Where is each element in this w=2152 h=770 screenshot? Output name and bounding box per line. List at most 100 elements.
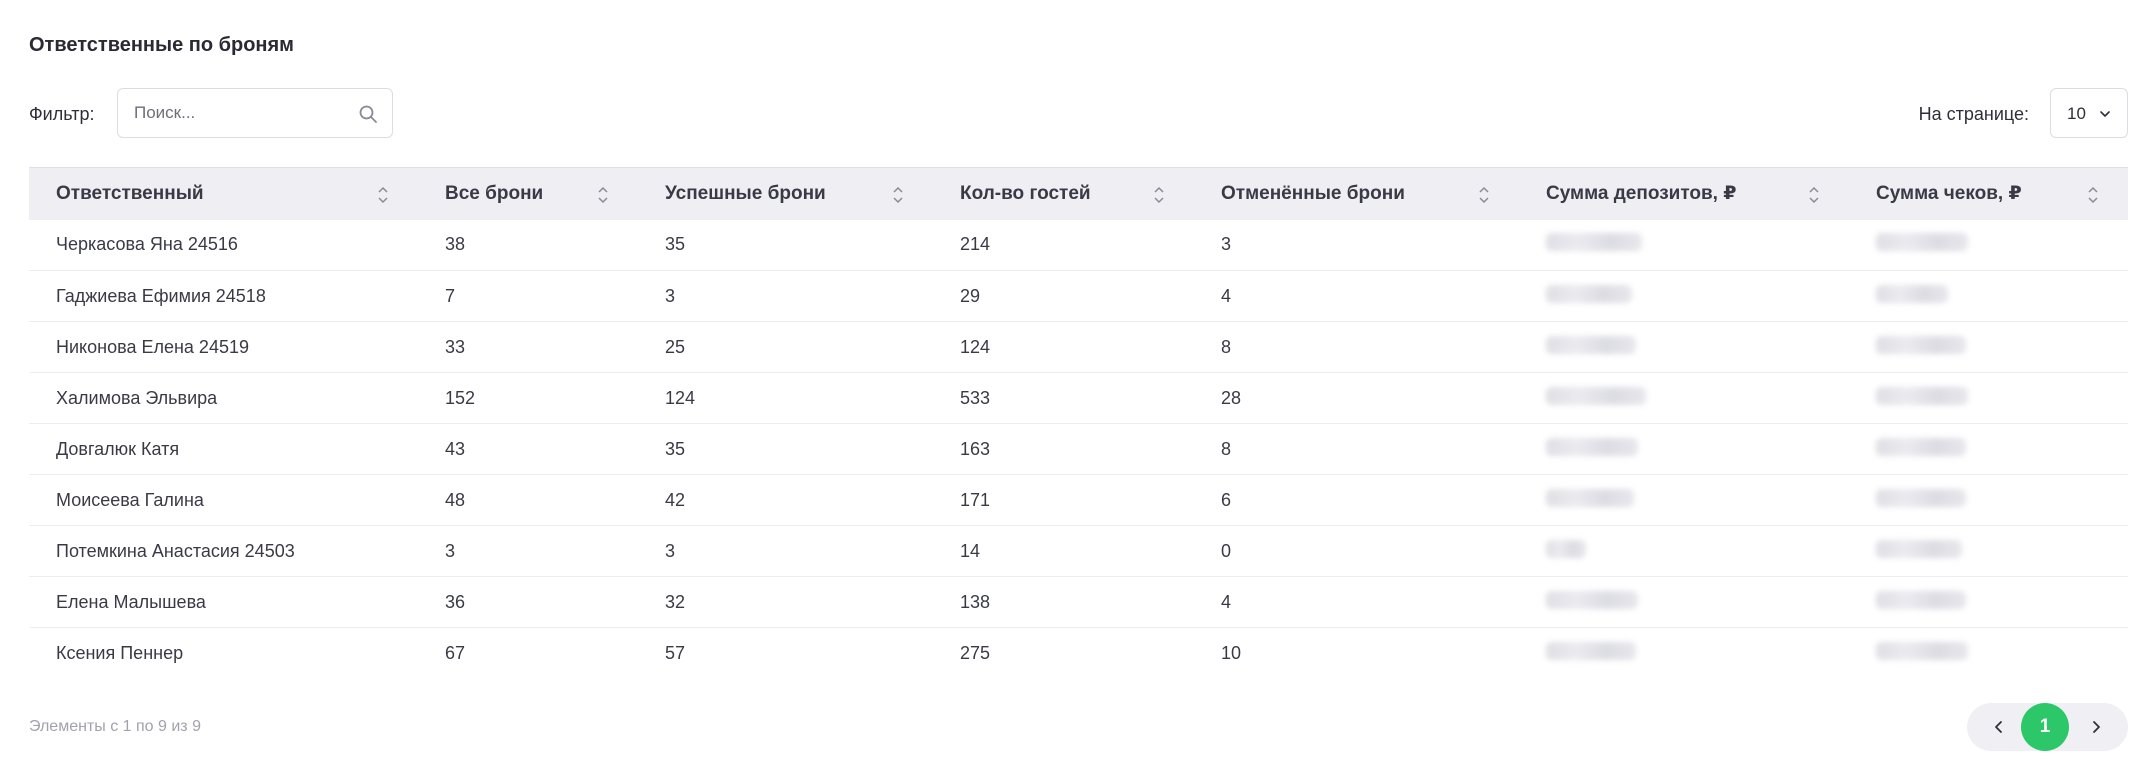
chevron-right-icon[interactable] (2084, 715, 2108, 739)
table-row[interactable]: Довгалюк Катя 43 35 163 8 (29, 423, 2128, 475)
cell-check-sum-redacted (1849, 270, 2128, 322)
column-header-label: Сумма чеков, ₽ (1876, 183, 2022, 205)
cell-deposit-sum-redacted (1519, 525, 1849, 577)
cell-guests: 171 (933, 474, 1194, 526)
cell-responsible: Халимова Эльвира (29, 372, 418, 424)
cell-all-bookings: 7 (418, 270, 638, 322)
cell-cancelled: 4 (1194, 270, 1519, 322)
table-row[interactable]: Потемкина Анастасия 24503 3 3 14 0 (29, 525, 2128, 577)
search-input[interactable] (134, 89, 354, 137)
cell-guests: 275 (960, 642, 991, 663)
cell-check-sum-redacted (1849, 525, 2128, 577)
cell-cancelled: 6 (1194, 474, 1519, 526)
table-header-row: Ответственный Все брони Успешные брони К… (29, 167, 2128, 220)
bookings-table: Ответственный Все брони Успешные брони К… (29, 167, 2128, 679)
cell-all-bookings: 3 (418, 525, 638, 577)
cell-responsible: Черкасова Яна 24516 (29, 219, 418, 271)
cell-check-sum-redacted (1849, 576, 2128, 628)
table-row[interactable]: Никонова Елена 24519 33 25 124 8 (29, 321, 2128, 373)
cell-cancelled: 3 (1194, 219, 1519, 271)
column-header-label: Сумма депозитов, ₽ (1546, 183, 1737, 205)
page-title: Ответственные по броням (29, 34, 294, 56)
redacted-value (1876, 284, 1948, 303)
redacted-value (1546, 386, 1646, 405)
cell-deposit-sum-redacted (1519, 576, 1849, 628)
column-header-successful-bookings[interactable]: Успешные брони (638, 167, 933, 220)
sort-icon[interactable] (376, 185, 390, 205)
redacted-value (1876, 335, 1966, 354)
sort-icon[interactable] (596, 185, 610, 205)
cell-successful: 42 (638, 474, 933, 526)
table-row[interactable]: Ксения Пеннер 67 57 275 10 (29, 628, 2128, 679)
cell-all-bookings: 43 (418, 423, 638, 475)
sort-icon[interactable] (1152, 185, 1166, 205)
redacted-value (1876, 437, 1966, 456)
column-header-label: Успешные брони (665, 182, 826, 204)
page-button-current[interactable]: 1 (2021, 703, 2069, 751)
per-page-value: 10 (2067, 104, 2086, 123)
redacted-value (1546, 488, 1634, 507)
sort-icon[interactable] (1807, 185, 1821, 205)
pagination: 1 (1967, 703, 2128, 751)
search-field[interactable] (117, 88, 393, 138)
cell-responsible: Довгалюк Катя (29, 423, 418, 475)
redacted-value (1546, 335, 1636, 354)
chevron-left-icon[interactable] (1987, 715, 2011, 739)
column-header-check-sum[interactable]: Сумма чеков, ₽ (1849, 167, 2128, 220)
column-header-deposit-sum[interactable]: Сумма депозитов, ₽ (1519, 167, 1849, 220)
cell-cancelled: 4 (1194, 576, 1519, 628)
cell-responsible: Никонова Елена 24519 (29, 321, 418, 373)
chevron-down-icon (2100, 111, 2110, 117)
filter-label: Фильтр: (29, 104, 95, 124)
column-header-responsible[interactable]: Ответственный (29, 167, 418, 220)
cell-deposit-sum-redacted (1519, 270, 1849, 322)
column-header-cancelled-bookings[interactable]: Отменённые брони (1194, 167, 1519, 220)
cell-guests: 163 (933, 423, 1194, 475)
cell-check-sum-redacted (1849, 628, 2128, 679)
redacted-value (1876, 233, 1968, 252)
cell-guests: 533 (933, 372, 1194, 424)
table-row[interactable]: Гаджиева Ефимия 24518 7 3 29 4 (29, 270, 2128, 322)
cell-all-bookings: 33 (418, 321, 638, 373)
cell-all-bookings: 152 (418, 372, 638, 424)
table-row[interactable]: Халимова Эльвира 152 124 533 28 (29, 372, 2128, 424)
cell-responsible: Потемкина Анастасия 24503 (29, 525, 418, 577)
cell-responsible: Ксения Пеннер (56, 642, 184, 663)
sort-icon[interactable] (2086, 185, 2100, 205)
column-header-all-bookings[interactable]: Все брони (418, 167, 638, 220)
cell-guests: 124 (933, 321, 1194, 373)
cell-guests: 214 (933, 219, 1194, 271)
cell-guests: 29 (933, 270, 1194, 322)
column-header-guests[interactable]: Кол-во гостей (933, 167, 1194, 220)
table-row[interactable]: Моисеева Галина 48 42 171 6 (29, 474, 2128, 526)
cell-successful: 124 (638, 372, 933, 424)
cell-deposit-sum-redacted (1519, 423, 1849, 475)
cell-deposit-sum-redacted (1519, 372, 1849, 424)
redacted-value (1546, 284, 1632, 303)
table-body: Черкасова Яна 24516 38 35 214 3 Гаджиева Ефим… (29, 219, 2128, 679)
cell-check-sum-redacted (1849, 423, 2128, 475)
search-icon[interactable] (358, 104, 378, 124)
cell-all-bookings: 38 (418, 219, 638, 271)
redacted-value (1876, 539, 1962, 558)
table-row[interactable]: Черкасова Яна 24516 38 35 214 3 (29, 219, 2128, 271)
cell-successful: 57 (665, 642, 686, 663)
cell-successful: 25 (638, 321, 933, 373)
cell-deposit-sum-redacted (1519, 628, 1849, 679)
cell-cancelled: 8 (1194, 423, 1519, 475)
column-header-label: Отменённые брони (1221, 182, 1405, 204)
cell-successful: 32 (638, 576, 933, 628)
cell-guests: 14 (933, 525, 1194, 577)
sort-icon[interactable] (1477, 185, 1491, 205)
cell-all-bookings: 36 (418, 576, 638, 628)
redacted-value (1546, 539, 1586, 558)
cell-deposit-sum-redacted (1519, 219, 1849, 271)
sort-icon[interactable] (891, 185, 905, 205)
redacted-value (1876, 641, 1968, 660)
per-page-select[interactable]: 10 (2050, 88, 2128, 138)
cell-cancelled: 10 (1221, 642, 1242, 663)
cell-successful: 35 (638, 219, 933, 271)
table-row[interactable]: Елена Малышева 36 32 138 4 (29, 576, 2128, 628)
cell-all-bookings: 67 (445, 642, 466, 663)
redacted-value (1546, 233, 1642, 252)
